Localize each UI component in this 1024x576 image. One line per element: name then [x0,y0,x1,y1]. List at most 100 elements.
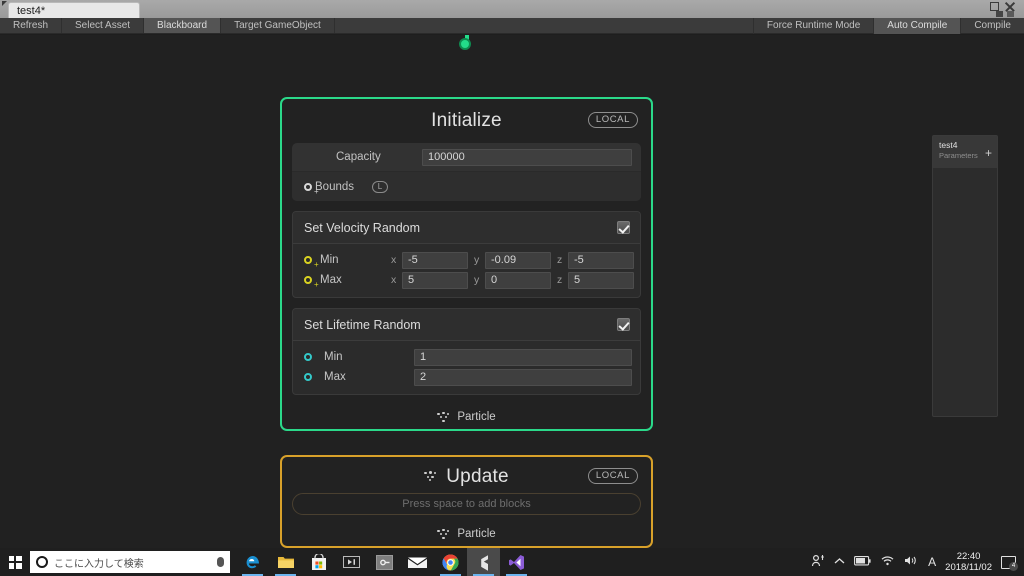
slot-field-capacity[interactable]: 100000 [422,148,632,166]
field-max-x[interactable]: 5 [402,271,468,289]
taskbar-item-chrome[interactable] [434,548,467,576]
axis-label-y-max: y [474,274,480,286]
blackboard-subtitle: Parameters [939,151,978,160]
wifi-icon[interactable] [880,555,895,569]
block-set-lifetime-random[interactable]: Set Lifetime Random Min 1 Max 2 [292,308,641,395]
toolbar-button-auto-compile[interactable]: Auto Compile [873,18,961,34]
system-tray: A 22:40 2018/11/02 4 [811,551,1024,573]
toolbar-button-select-asset[interactable]: Select Asset [62,18,145,33]
editor-toolbar: Refresh Select Asset Blackboard Target G… [0,18,1024,34]
node-update[interactable]: Update LOCAL Press space to add blocks P… [280,455,653,548]
block-set-lifetime-random-checkbox[interactable] [617,318,630,331]
search-input[interactable]: ここに入力して検索 [54,555,211,570]
blackboard-title: test4 [939,140,958,150]
block-row-lifetime-max-label: Max [324,371,346,383]
port-lifetime-min-icon[interactable] [304,353,312,361]
block-row-max: + Max x 5 y 0 z 5 [293,270,640,290]
node-initialize-header: Initialize LOCAL [282,99,651,143]
toolbar-button-blackboard[interactable]: Blackboard [144,18,222,33]
blackboard-header: test4 Parameters + [933,136,997,168]
folder-icon [277,556,294,568]
blackboard-add-button[interactable]: + [985,147,992,159]
document-tab[interactable]: test4* [8,2,140,18]
field-min-z[interactable]: -5 [568,251,634,269]
chrome-icon [442,553,459,571]
axis-label-z-max: z [557,274,563,286]
taskbar-item-unity[interactable] [467,548,500,576]
taskbar-item-visual-studio[interactable] [500,548,533,576]
node-initialize-space-badge[interactable]: LOCAL [587,112,638,128]
taskbar-item-settings[interactable] [368,548,401,576]
taskbar-item-media-player[interactable] [335,548,368,576]
node-update-output-label: Particle [457,528,496,540]
block-row-min-label: Min [320,254,339,266]
block-set-lifetime-random-header: Set Lifetime Random [293,309,640,341]
port-lifetime-max-icon[interactable] [304,373,312,381]
show-hidden-icons-chevron-icon[interactable] [834,557,845,568]
toolbar-button-refresh[interactable]: Refresh [0,18,63,33]
block-row-min: + Min x -5 y -0.09 z -5 [293,250,640,270]
slot-bounds-local-badge[interactable]: L [372,180,389,193]
restore-window-icon[interactable] [990,2,999,11]
windows-taskbar: ここに入力して検索 A 22:40 2018/11/02 4 [0,548,1024,576]
taskbar-app-list [236,548,533,576]
field-min-y[interactable]: -0.09 [485,251,551,269]
maximize-icon[interactable] [1007,11,1014,17]
action-center-icon[interactable]: 4 [1001,555,1018,571]
blackboard-panel[interactable]: test4 Parameters + [932,135,998,417]
taskbar-search-box[interactable]: ここに入力して検索 [30,551,230,573]
axis-label-y: y [474,254,480,266]
microphone-icon[interactable] [217,557,224,567]
clock-date: 2018/11/02 [945,562,992,573]
block-row-min-label-group: + Min [304,254,391,269]
settings-icon [376,554,393,570]
slot-label-capacity: Capacity [336,151,381,163]
battery-icon[interactable] [854,555,871,569]
field-max-y[interactable]: 0 [485,271,551,289]
ime-indicator[interactable]: A [928,555,936,569]
particle-icon [437,411,450,423]
taskbar-item-file-explorer[interactable] [269,548,302,576]
field-max-z[interactable]: 5 [568,271,634,289]
toolbar-button-force-runtime-mode[interactable]: Force Runtime Mode [752,18,873,34]
document-tab-label: test4* [17,5,46,17]
unity-editor-window: test4* Refresh Select Asset Blackboard T… [0,0,1024,548]
volume-icon[interactable] [904,555,919,569]
initialize-slot-group: Capacity 100000 + Bounds L [292,143,641,201]
taskbar-item-microsoft-store[interactable] [302,548,335,576]
port-min-icon[interactable]: + [304,256,319,269]
block-set-velocity-random-body: + Min x -5 y -0.09 z -5 + Max x 5 y 0 z … [293,244,640,297]
node-update-output-row: Particle [282,522,651,546]
field-min-x[interactable]: -5 [402,251,468,269]
field-lifetime-min[interactable]: 1 [414,348,632,366]
slot-row-capacity: Capacity 100000 [292,143,641,172]
close-window-icon[interactable] [1005,2,1014,11]
start-button[interactable] [0,548,30,576]
taskbar-item-edge[interactable] [236,548,269,576]
port-max-plus-icon: + [314,280,319,289]
axis-label-x-max: x [391,274,397,286]
minimize-icon[interactable] [996,11,1003,17]
toolbar-button-target-gameobject[interactable]: Target GameObject [221,18,335,33]
node-initialize[interactable]: Initialize LOCAL Capacity 100000 + Bound… [280,97,653,431]
port-initialize-input[interactable] [459,38,471,50]
people-icon[interactable] [811,554,825,570]
block-set-velocity-random[interactable]: Set Velocity Random + Min x -5 y -0.09 z… [292,211,641,298]
vfx-graph-canvas[interactable]: Initialize LOCAL Capacity 100000 + Bound… [0,35,1024,548]
vector-max: x 5 y 0 z 5 [391,271,640,289]
node-initialize-output-row: Particle [282,405,651,429]
axis-label-z: z [557,254,563,266]
toolbar-button-compile[interactable]: Compile [960,18,1024,34]
field-lifetime-max[interactable]: 2 [414,368,632,386]
slot-port-bounds-icon[interactable]: + [304,182,319,195]
node-update-header: Update LOCAL [282,457,651,497]
port-max-icon[interactable]: + [304,276,319,289]
node-update-space-badge[interactable]: LOCAL [587,468,638,484]
notification-count-badge: 4 [1009,561,1018,571]
block-set-lifetime-random-title: Set Lifetime Random [304,317,421,332]
block-set-velocity-random-checkbox[interactable] [617,221,630,234]
taskbar-clock[interactable]: 22:40 2018/11/02 [945,551,992,573]
media-player-icon [343,556,360,568]
taskbar-item-mail[interactable] [401,548,434,576]
node-initialize-output-label: Particle [457,411,496,423]
